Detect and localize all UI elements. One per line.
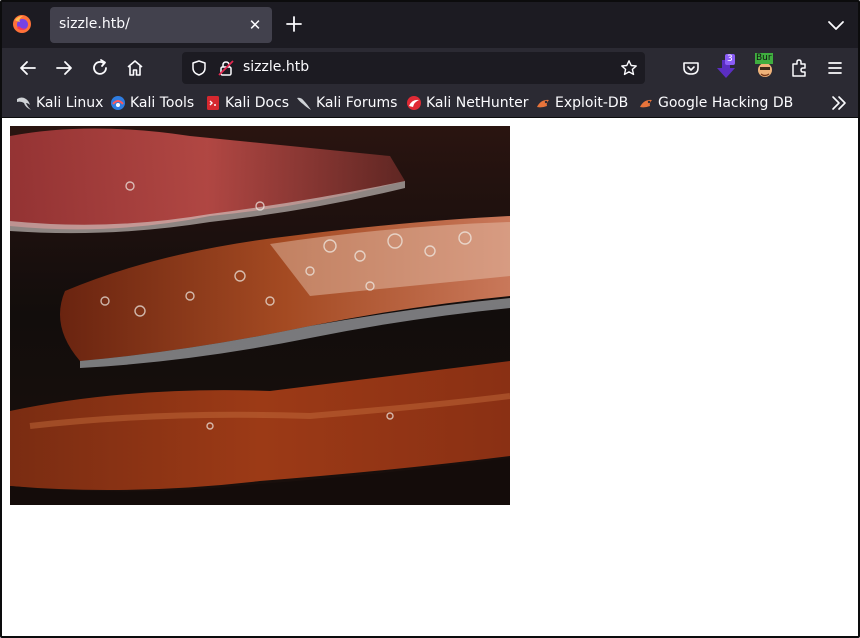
home-icon[interactable] — [125, 58, 145, 78]
nethunter-icon — [407, 96, 421, 110]
bookmark-kali-docs[interactable]: Kali Docs — [205, 93, 289, 113]
bookmark-star-icon[interactable] — [620, 59, 638, 77]
tab-title: sizzle.htb/ — [59, 16, 130, 32]
url-text[interactable]: sizzle.htb — [243, 59, 309, 75]
bookmark-label: Exploit-DB — [555, 95, 629, 111]
tab-strip: sizzle.htb/ ✕ — [2, 2, 858, 48]
kali-dragon-icon — [17, 97, 31, 110]
bookmark-label: Kali Docs — [225, 95, 290, 111]
extensions-puzzle-icon[interactable] — [789, 58, 809, 78]
bookmark-exploit-db[interactable]: Exploit-DB — [535, 93, 628, 113]
browser-window: sizzle.htb/ ✕ sizzle.htb 3 Bur Kali Linu… — [0, 0, 860, 638]
chevron-double-right-icon[interactable] — [830, 94, 848, 112]
pocket-icon[interactable] — [681, 58, 701, 78]
new-tab-plus-icon[interactable] — [283, 13, 305, 35]
bookmark-label: Kali Tools — [130, 95, 195, 111]
burp-label: Bur — [755, 53, 773, 64]
download-extension-button[interactable]: 3 — [716, 54, 742, 79]
bookmark-kali-tools[interactable]: Kali Tools — [110, 93, 194, 113]
tab-close-icon[interactable]: ✕ — [246, 16, 264, 34]
chevron-down-icon[interactable] — [826, 15, 846, 35]
burp-extension-button[interactable]: Bur — [754, 53, 778, 79]
url-bar[interactable]: sizzle.htb — [182, 52, 645, 84]
firefox-logo-icon[interactable] — [12, 14, 32, 34]
nav-toolbar: sizzle.htb 3 Bur — [2, 48, 858, 88]
bookmark-label: Google Hacking DB — [658, 95, 794, 111]
bookmark-label: Kali Forums — [316, 95, 398, 111]
bookmark-kali-nethunter[interactable]: Kali NetHunter — [406, 93, 528, 113]
insecure-lock-icon[interactable] — [217, 59, 235, 77]
back-arrow-icon[interactable] — [18, 58, 38, 78]
page-content — [2, 119, 858, 636]
exploitdb-icon — [537, 99, 549, 108]
bookmark-kali-forums[interactable]: Kali Forums — [296, 93, 397, 113]
kali-docs-icon — [207, 96, 219, 110]
bookmark-google-hacking-db[interactable]: Google Hacking DB — [638, 93, 793, 113]
reload-icon[interactable] — [90, 58, 110, 78]
download-badge: 3 — [725, 54, 735, 65]
kali-dragon-icon — [297, 97, 311, 110]
bacon-image — [10, 126, 510, 505]
exploitdb-icon — [640, 99, 652, 108]
hamburger-menu-icon[interactable] — [825, 58, 845, 78]
kali-tools-icon — [111, 96, 125, 110]
bookmark-kali-linux[interactable]: Kali Linux — [16, 93, 103, 113]
tracking-shield-icon[interactable] — [190, 59, 208, 77]
bookmark-label: Kali NetHunter — [426, 95, 529, 111]
forward-arrow-icon[interactable] — [54, 58, 74, 78]
tab-active[interactable]: sizzle.htb/ ✕ — [50, 7, 272, 43]
bookmarks-toolbar: Kali Linux Kali Tools Kali Docs Kali For… — [2, 88, 858, 118]
bookmark-label: Kali Linux — [36, 95, 104, 111]
